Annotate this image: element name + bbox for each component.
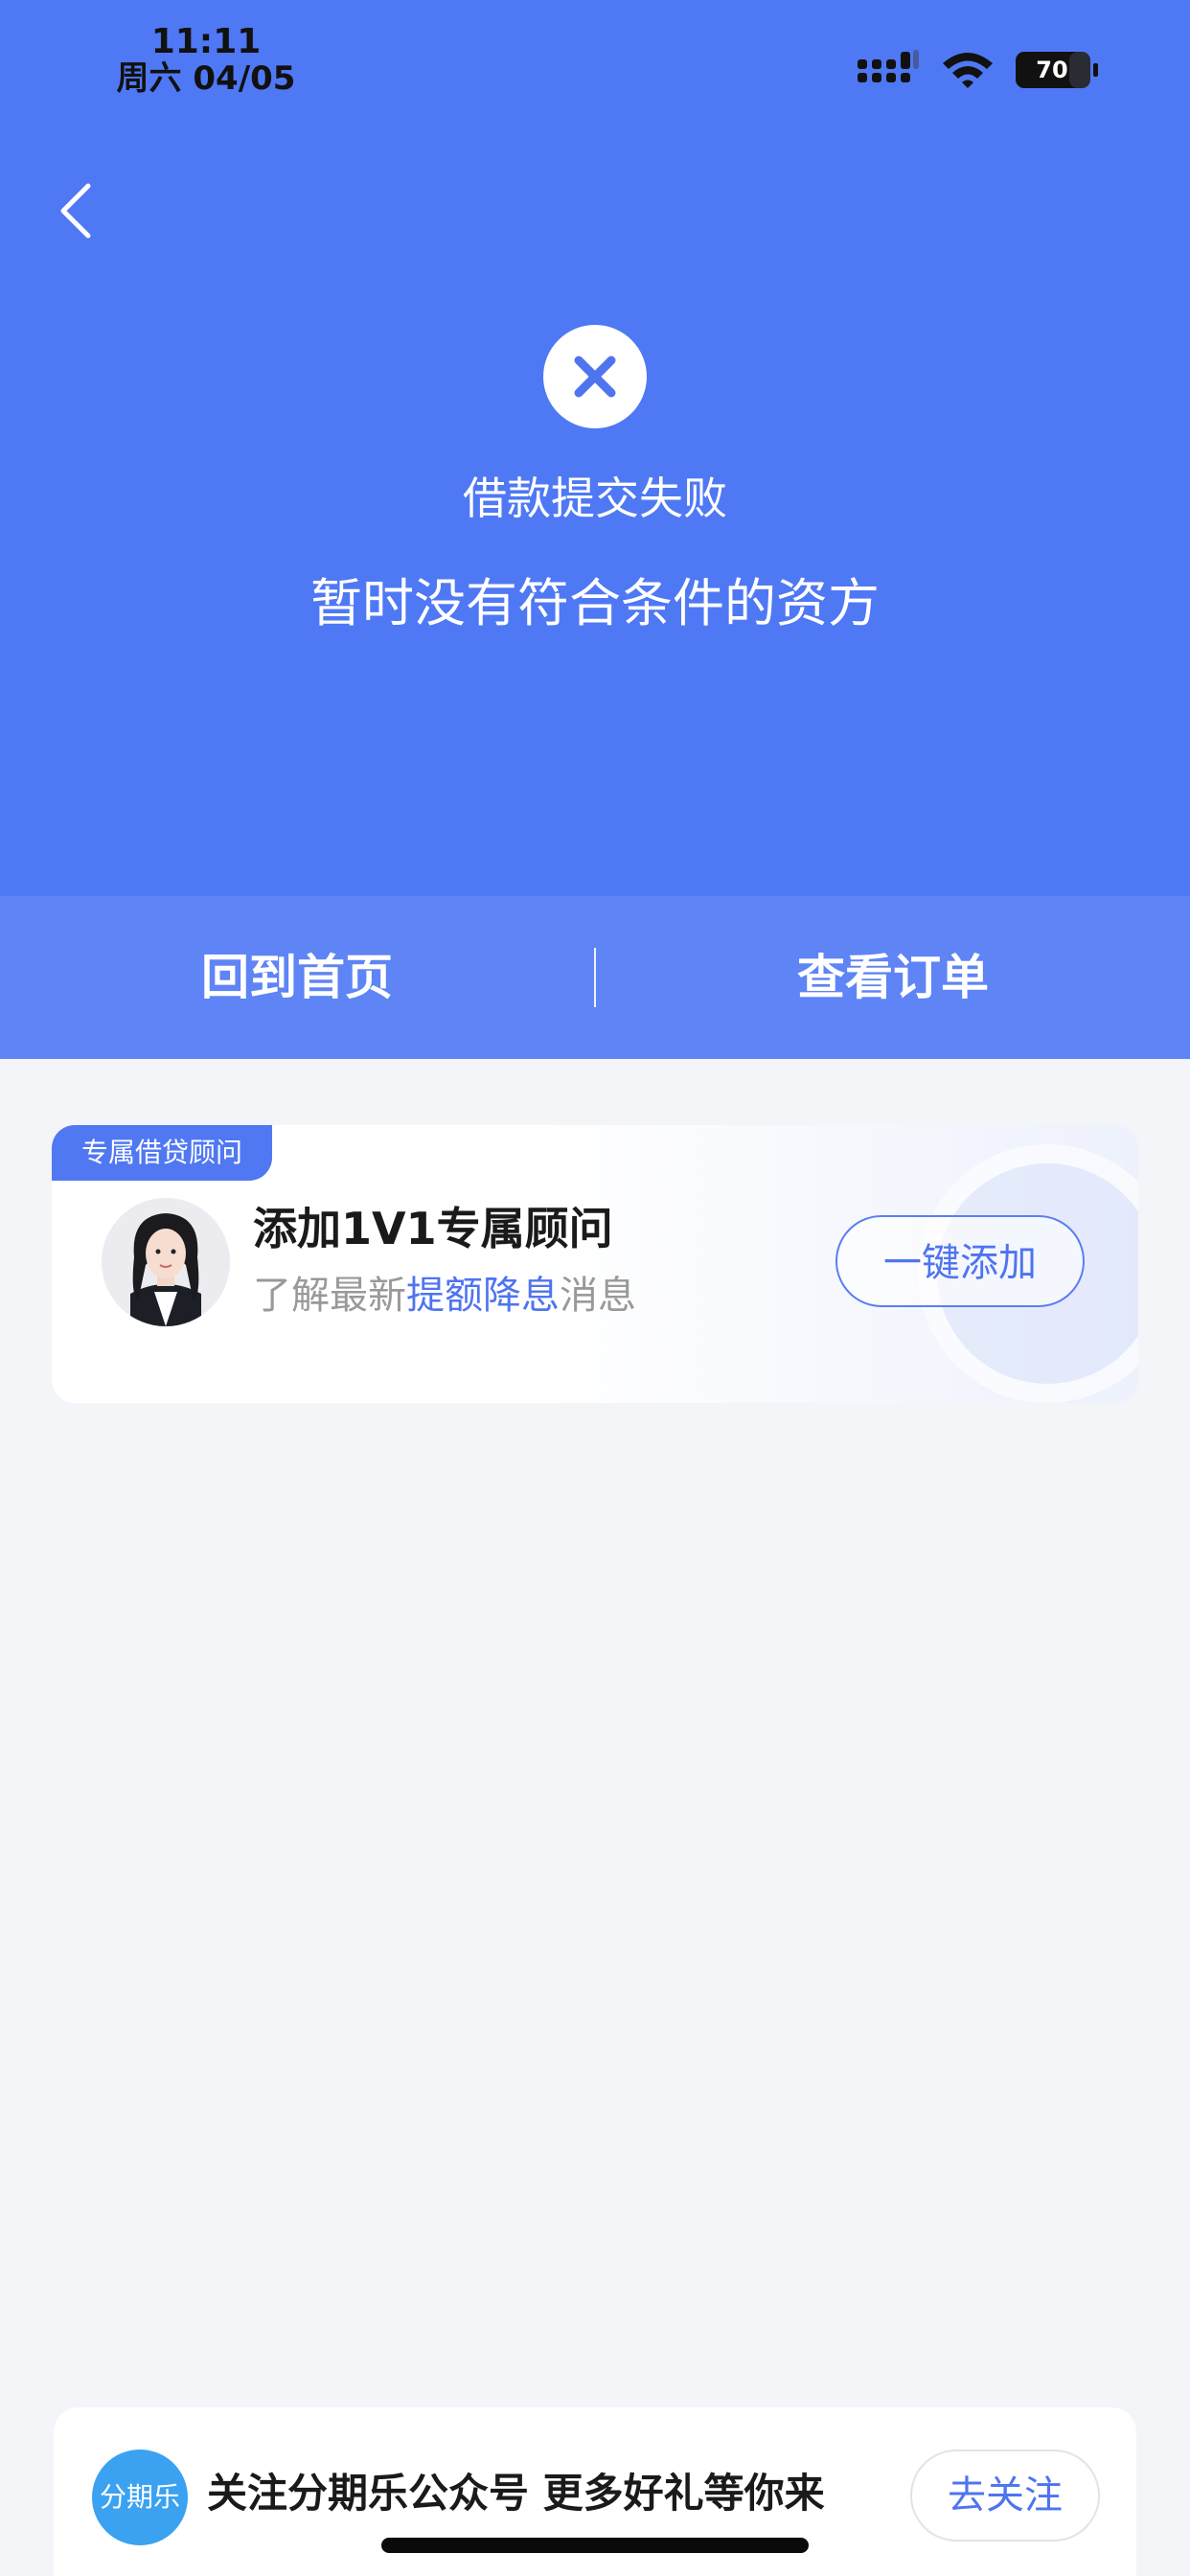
battery-level: 70 [1036, 57, 1068, 83]
status-time: 11:11 [150, 22, 262, 61]
advisor-desc-prefix: 了解最新 [253, 1274, 406, 1318]
signal-icon [858, 50, 919, 82]
action-bar: 回到首页 查看订单 [0, 896, 1190, 1059]
advisor-description: 了解最新提额降息消息 [253, 1269, 636, 1322]
advisor-desc-highlight: 提额降息 [406, 1274, 560, 1318]
result-subtitle: 暂时没有符合条件的资方 [310, 573, 880, 633]
home-indicator [381, 2538, 809, 2553]
result-header: 11:11 周六 04/05 70 借款提交失败 暂时没有符合条件的资方 [0, 0, 1190, 896]
status-bar: 11:11 周六 04/05 70 [0, 0, 1190, 115]
back-home-button[interactable]: 回到首页 [0, 896, 594, 1059]
result-title: 借款提交失败 [463, 472, 727, 524]
advisor-card: 专属借贷顾问 添加1V1专属顾问 了解最新提额降息消息 一键添加 [52, 1125, 1138, 1403]
follow-text: 关注分期乐公众号 更多好礼等你来 [207, 2470, 825, 2517]
back-arrow-icon[interactable] [54, 180, 102, 242]
advisor-tag: 专属借贷顾问 [52, 1125, 272, 1181]
close-circle-icon [543, 325, 647, 428]
brand-logo: 分期乐 [92, 2450, 188, 2545]
advisor-desc-suffix: 消息 [560, 1274, 636, 1318]
follow-button[interactable]: 去关注 [910, 2450, 1100, 2542]
avatar [102, 1198, 230, 1326]
status-date: 周六 04/05 [116, 59, 296, 98]
advisor-title: 添加1V1专属顾问 [253, 1203, 613, 1254]
view-orders-button[interactable]: 查看订单 [596, 896, 1190, 1059]
wifi-icon [943, 53, 993, 88]
add-advisor-button[interactable]: 一键添加 [835, 1215, 1085, 1307]
